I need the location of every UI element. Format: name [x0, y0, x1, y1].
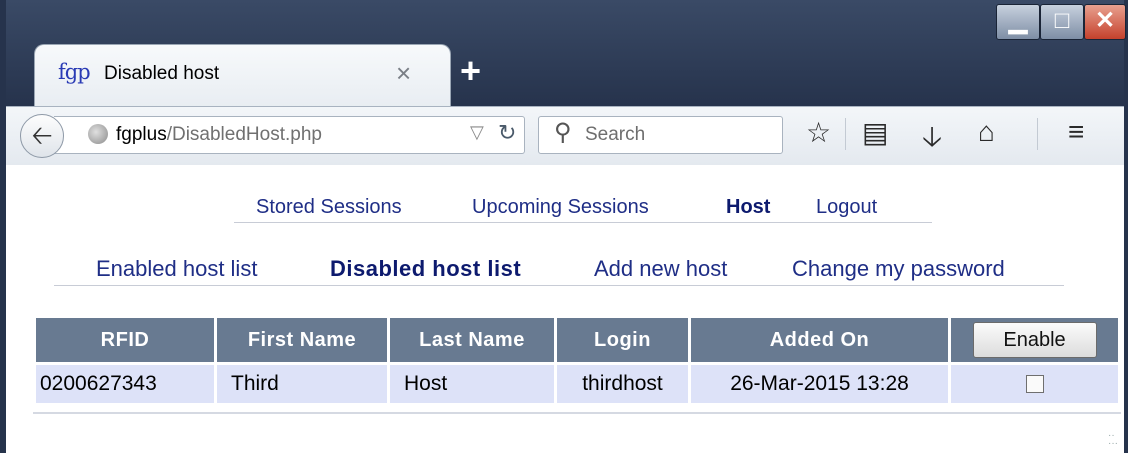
cell-first-name: Third: [217, 365, 387, 403]
cell-rfid: 0200627343: [36, 365, 214, 403]
column-header-last-name: Last Name: [390, 318, 554, 362]
subnav-disabled-host-list[interactable]: Disabled host list: [330, 256, 521, 282]
subnav-divider: [54, 285, 1064, 286]
disabled-hosts-table: RFID First Name Last Name Login Added On…: [33, 315, 1121, 406]
menu-icon[interactable]: ≡: [1068, 116, 1084, 148]
nav-upcoming-sessions[interactable]: Upcoming Sessions: [472, 196, 649, 219]
back-arrow-icon[interactable]: 🡠: [20, 114, 64, 158]
window-border-right: [1124, 0, 1128, 453]
enable-button[interactable]: Enable: [972, 322, 1097, 358]
nav-stored-sessions[interactable]: Stored Sessions: [256, 196, 402, 219]
url-path: /DisabledHost.php: [166, 124, 322, 145]
search-placeholder: Search: [585, 124, 646, 145]
cell-enable: [951, 365, 1118, 403]
table-bottom-border: [33, 412, 1121, 414]
url-text[interactable]: fgplus/DisabledHost.php: [116, 124, 322, 146]
tab-favicon: fgp: [58, 60, 91, 84]
tab-title: Disabled host: [104, 63, 220, 84]
column-header-added-on: Added On: [691, 318, 948, 362]
toolbar-separator: [845, 118, 846, 150]
enable-checkbox[interactable]: [1025, 375, 1044, 394]
home-icon[interactable]: ⌂: [978, 116, 995, 148]
reading-list-icon[interactable]: ▤: [862, 116, 888, 149]
close-window-button[interactable]: ✕: [1084, 4, 1126, 40]
tab-close-icon[interactable]: ×: [396, 58, 411, 89]
subnav-add-new-host[interactable]: Add new host: [594, 256, 727, 282]
browser-window: fgp Disabled host × + ▁ □ ✕ 🡠 fgplus/Dis…: [0, 0, 1128, 453]
cell-added-on: 26-Mar-2015 13:28: [691, 365, 948, 403]
cell-login: thirdhost: [557, 365, 688, 403]
column-header-first-name: First Name: [217, 318, 387, 362]
download-icon[interactable]: 🡣: [922, 116, 942, 164]
new-tab-icon[interactable]: +: [460, 50, 481, 92]
tab-disabled-host[interactable]: [34, 44, 451, 108]
column-header-login: Login: [557, 318, 688, 362]
table-row: 0200627343 Third Host thirdhost 26-Mar-2…: [36, 365, 1118, 403]
url-host: fgplus: [116, 124, 167, 145]
dropdown-icon[interactable]: ▽: [470, 122, 484, 143]
maximize-button[interactable]: □: [1040, 4, 1084, 40]
subnav-enabled-host-list[interactable]: Enabled host list: [96, 256, 257, 282]
nav-host[interactable]: Host: [726, 196, 770, 219]
globe-icon: [88, 124, 108, 144]
minimize-button[interactable]: ▁: [996, 4, 1040, 40]
table-header-row: RFID First Name Last Name Login Added On…: [36, 318, 1118, 362]
nav-logout[interactable]: Logout: [816, 196, 877, 219]
toolbar-separator: [1037, 118, 1038, 150]
column-header-rfid: RFID: [36, 318, 214, 362]
cell-last-name: Host: [390, 365, 554, 403]
search-input[interactable]: [538, 116, 783, 154]
topnav-divider: [234, 222, 932, 223]
search-icon: ⚲: [554, 119, 572, 146]
star-icon[interactable]: ☆: [806, 116, 831, 149]
reload-icon[interactable]: ↻: [498, 120, 516, 146]
subnav-change-password[interactable]: Change my password: [792, 256, 1005, 282]
column-header-enable: Enable: [951, 318, 1118, 362]
resize-grip-icon[interactable]: ·· ···: [1108, 431, 1118, 449]
